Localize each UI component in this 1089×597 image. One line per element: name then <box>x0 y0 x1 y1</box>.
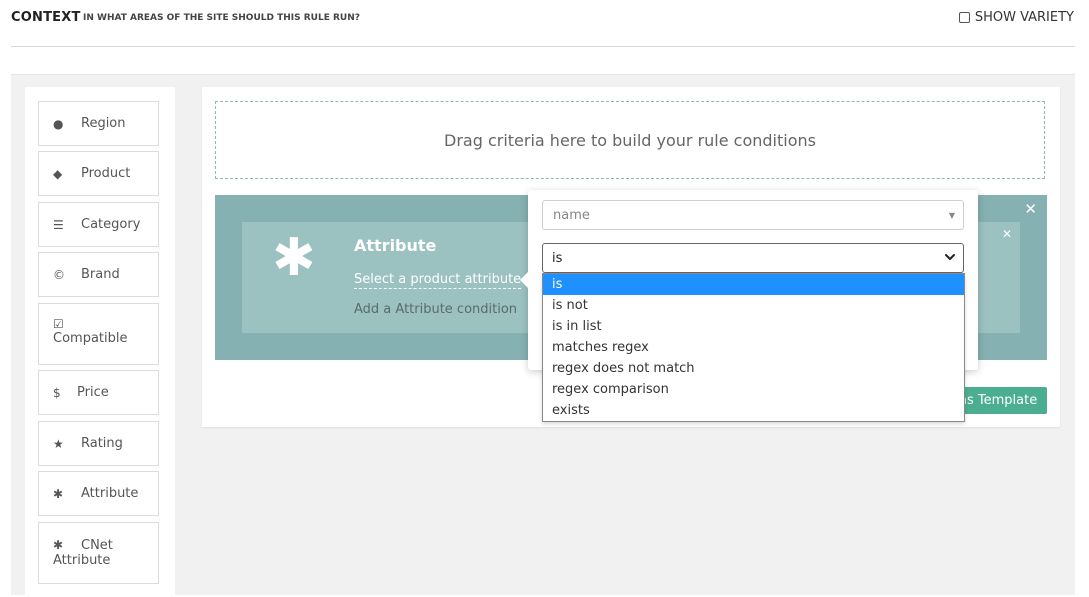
criteria-region[interactable]: ● Region <box>38 101 159 146</box>
context-header: CONTEXT IN WHAT AREAS OF THE SITE SHOULD… <box>0 0 1089 46</box>
operator-option[interactable]: regex does not match <box>543 358 964 379</box>
operator-options-list: is is not is in list matches regex regex… <box>542 273 965 422</box>
criteria-attribute[interactable]: ✱ Attribute <box>38 471 159 516</box>
criteria-label: Brand <box>81 267 120 282</box>
template-button-label: as Template <box>959 393 1038 408</box>
globe-icon: ● <box>53 116 64 131</box>
dropzone-text: Drag criteria here to build your rule co… <box>444 130 816 150</box>
criteria-label: Rating <box>81 436 123 451</box>
show-variety-label: SHOW VARIETY <box>974 10 1074 25</box>
criteria-label: Compatible <box>53 331 128 346</box>
operator-select[interactable]: is <box>542 243 964 273</box>
operator-option[interactable]: is <box>543 274 964 295</box>
close-icon[interactable]: ✕ <box>1002 227 1012 241</box>
list-icon: ☰ <box>53 217 64 232</box>
criteria-label: Price <box>77 385 109 400</box>
criteria-label: Region <box>81 116 126 131</box>
criteria-brand[interactable]: © Brand <box>38 252 159 297</box>
cnet-first-line: ✱ CNet <box>53 538 113 553</box>
section-subtitle: IN WHAT AREAS OF THE SITE SHOULD THIS RU… <box>83 13 360 23</box>
criteria-dropzone[interactable]: Drag criteria here to build your rule co… <box>215 101 1045 179</box>
criteria-label-line2: Attribute <box>53 553 111 568</box>
criteria-label: Category <box>81 217 141 232</box>
criteria-category[interactable]: ☰ Category <box>38 202 159 247</box>
section-title: CONTEXT <box>11 10 81 25</box>
show-variety-toggle[interactable]: SHOW VARIETY <box>958 10 1074 25</box>
criteria-label-line1: CNet <box>81 538 113 553</box>
star-icon: ★ <box>53 436 64 451</box>
copyright-icon: © <box>53 267 65 282</box>
operator-option[interactable]: is not <box>543 295 964 316</box>
asterisk-icon: ✱ <box>53 486 64 501</box>
criteria-label: Attribute <box>81 486 139 501</box>
check-square-icon: ☑ <box>53 317 64 331</box>
operator-option[interactable]: matches regex <box>543 337 964 358</box>
header-divider <box>11 46 1075 47</box>
attribute-name-value: name <box>553 207 590 223</box>
operator-value: is <box>552 250 563 266</box>
chevron-down-icon <box>945 254 955 260</box>
attribute-name-select[interactable]: name ▼ <box>542 200 964 230</box>
criteria-label: Product <box>81 166 131 181</box>
criteria-compatible[interactable]: ☑ Compatible <box>38 303 159 365</box>
close-icon[interactable]: ✕ <box>1024 200 1037 218</box>
criteria-price[interactable]: $ Price <box>38 370 159 415</box>
criteria-rating[interactable]: ★ Rating <box>38 421 159 466</box>
condition-title: Attribute <box>354 236 437 255</box>
tag-icon: ◆ <box>53 166 63 181</box>
select-attribute-link[interactable]: Select a product attribute <box>354 272 522 289</box>
popover-arrow <box>520 272 528 288</box>
dollar-icon: $ <box>53 385 61 400</box>
operator-option[interactable]: regex comparison <box>543 379 964 400</box>
operator-option[interactable]: is in list <box>543 316 964 337</box>
caret-down-icon: ▼ <box>948 211 955 220</box>
asterisk-icon: ✱ <box>272 228 316 288</box>
criteria-product[interactable]: ◆ Product <box>38 151 159 196</box>
operator-option[interactable]: exists <box>543 400 964 421</box>
asterisk-icon: ✱ <box>53 538 64 552</box>
criteria-cnet-attribute[interactable]: ✱ CNet Attribute <box>38 522 159 584</box>
save-as-template-button[interactable]: as Template <box>955 387 1047 414</box>
add-condition-link[interactable]: Add a Attribute condition <box>354 302 517 317</box>
show-variety-checkbox[interactable] <box>958 12 970 23</box>
